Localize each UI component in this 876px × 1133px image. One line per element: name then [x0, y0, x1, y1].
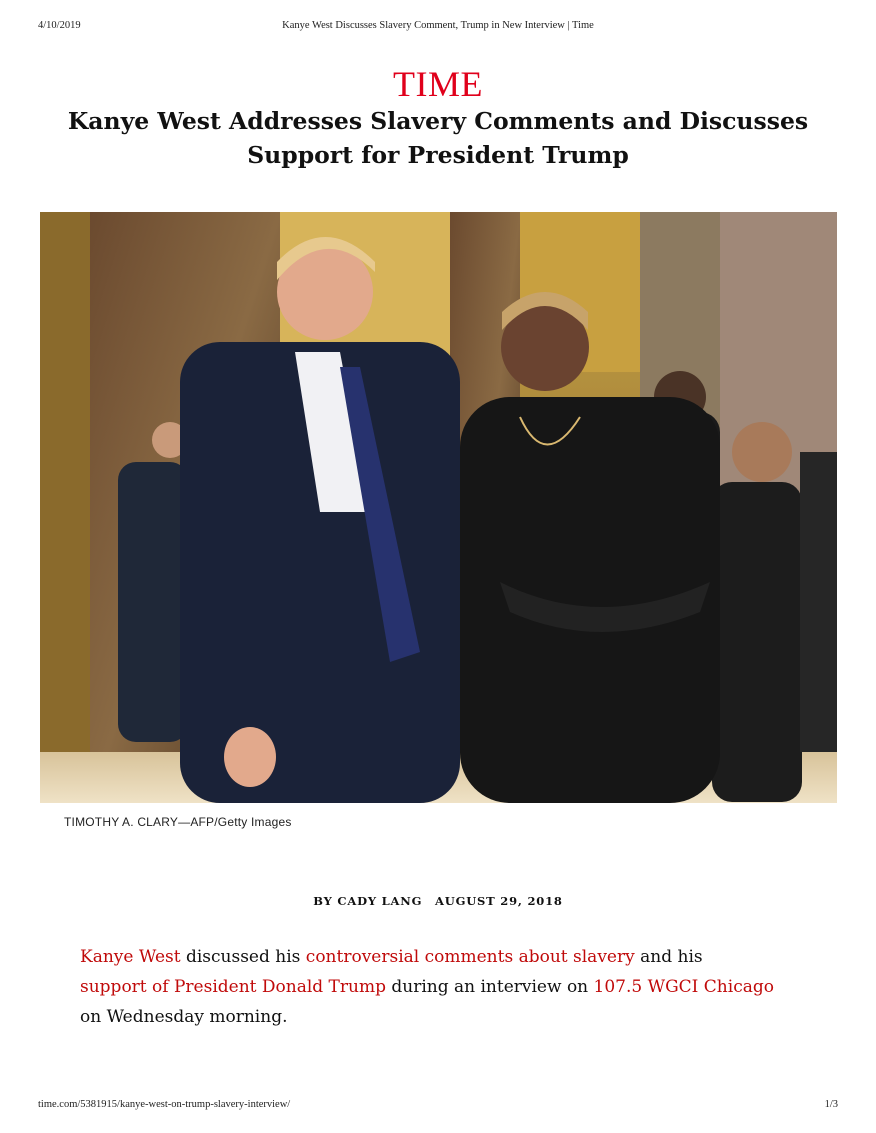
- paragraph-text-4: on Wednesday morning.: [80, 1007, 288, 1027]
- print-footer: time.com/5381915/kanye-west-on-trump-sla…: [38, 1099, 838, 1113]
- print-header: 4/10/2019 Kanye West Discusses Slavery C…: [38, 20, 838, 34]
- print-page-title: Kanye West Discusses Slavery Comment, Tr…: [282, 20, 594, 31]
- link-support-trump[interactable]: support of President Donald Trump: [80, 977, 386, 997]
- print-url: time.com/5381915/kanye-west-on-trump-sla…: [38, 1099, 291, 1110]
- link-slavery-comments[interactable]: controversial comments about slavery: [306, 947, 635, 967]
- article-paragraph: Kanye West discussed his controversial c…: [80, 942, 800, 1032]
- link-kanye-west[interactable]: Kanye West: [80, 947, 181, 967]
- byline: BY CADY LANG AUGUST 29, 2018: [0, 894, 876, 908]
- photo-caption: TIMOTHY A. CLARY—AFP/Getty Images: [64, 815, 292, 829]
- article-photo: [40, 212, 837, 803]
- article-headline: Kanye West Addresses Slavery Comments an…: [60, 104, 816, 172]
- print-page-number: 1/3: [824, 1099, 838, 1110]
- time-logo-text: TIME: [393, 64, 483, 104]
- paragraph-text-3: during an interview on: [385, 977, 594, 997]
- link-wgci-chicago[interactable]: 107.5 WGCI Chicago: [594, 977, 774, 997]
- byline-author[interactable]: BY CADY LANG: [313, 894, 422, 908]
- photo-illustration: [40, 212, 837, 803]
- paragraph-text-2: and his: [634, 947, 703, 967]
- time-logo[interactable]: TIME: [0, 64, 876, 104]
- headline-line-2: Support for President Trump: [247, 141, 629, 169]
- byline-date: AUGUST 29, 2018: [435, 894, 563, 908]
- paragraph-text-1: discussed his: [180, 947, 306, 967]
- headline-line-1: Kanye West Addresses Slavery Comments an…: [67, 107, 809, 135]
